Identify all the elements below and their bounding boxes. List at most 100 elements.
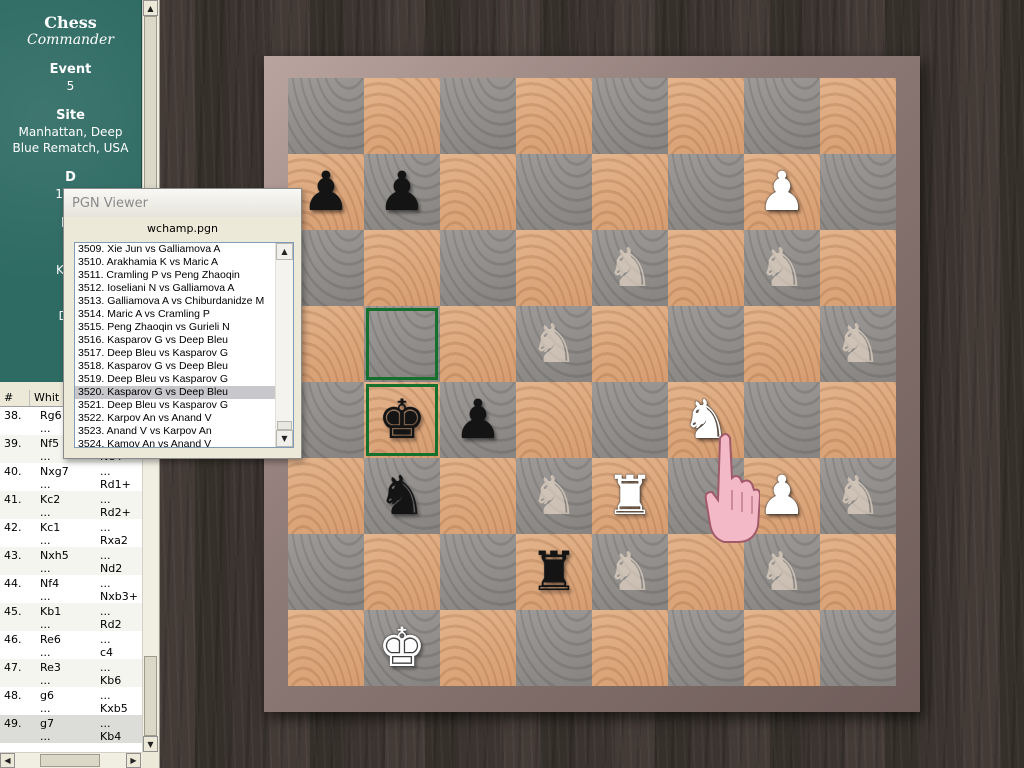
black-rook-icon[interactable]: ♜: [516, 534, 592, 610]
scroll-up-icon[interactable]: ▲: [276, 243, 293, 260]
move-row[interactable]: 44. Nf4...... Nxb3+: [0, 575, 142, 603]
square-b4[interactable]: ♚: [364, 382, 440, 458]
white-move[interactable]: Nxg7: [40, 465, 69, 478]
white-king-icon[interactable]: ♚: [364, 610, 440, 686]
square-e6[interactable]: ♞: [592, 230, 668, 306]
square-b3[interactable]: ♞: [364, 458, 440, 534]
square-d8[interactable]: [516, 78, 592, 154]
square-d4[interactable]: [516, 382, 592, 458]
square-e5[interactable]: [592, 306, 668, 382]
black-pawn-icon[interactable]: ♟: [440, 382, 516, 458]
square-c3[interactable]: [440, 458, 516, 534]
game-list-item[interactable]: 3515. Peng Zhaoqin vs Gurieli N: [75, 321, 293, 334]
square-f1[interactable]: [668, 610, 744, 686]
black-move[interactable]: Kb4: [100, 730, 121, 743]
move-row[interactable]: 45. Kb1...... Rd2: [0, 603, 142, 631]
black-move[interactable]: Rxa2: [100, 534, 128, 547]
square-d5[interactable]: ♞: [516, 306, 592, 382]
game-list-item[interactable]: 3510. Arakhamia K vs Maric A: [75, 256, 293, 269]
game-list-item[interactable]: 3513. Galliamova A vs Chiburdanidze M: [75, 295, 293, 308]
square-h7[interactable]: [820, 154, 896, 230]
white-move[interactable]: Re3: [40, 661, 61, 674]
game-list-item[interactable]: 3514. Maric A vs Cramling P: [75, 308, 293, 321]
black-move[interactable]: Rd2: [100, 618, 122, 631]
square-d6[interactable]: [516, 230, 592, 306]
pgn-viewer-dialog[interactable]: PGN Viewer wchamp.pgn 3509. Xie Jun vs G…: [63, 188, 302, 459]
square-c5[interactable]: [440, 306, 516, 382]
square-f5[interactable]: [668, 306, 744, 382]
move-row[interactable]: 42. Kc1...... Rxa2: [0, 519, 142, 547]
square-h1[interactable]: [820, 610, 896, 686]
white-move[interactable]: Nf4: [40, 577, 59, 590]
game-list-scrollbar[interactable]: ▲ ▼: [275, 243, 293, 447]
square-b1[interactable]: ♚: [364, 610, 440, 686]
white-move[interactable]: Kb1: [40, 605, 61, 618]
square-b7[interactable]: ♟: [364, 154, 440, 230]
square-g5[interactable]: [744, 306, 820, 382]
white-move[interactable]: Kc1: [40, 521, 60, 534]
game-list-item[interactable]: 3524. Kamov An vs Anand V: [75, 438, 293, 447]
scroll-up-icon[interactable]: ▲: [143, 0, 158, 16]
black-move[interactable]: Kb6: [100, 674, 121, 687]
square-h2[interactable]: [820, 534, 896, 610]
move-row[interactable]: 46. Re6...... c4: [0, 631, 142, 659]
square-b6[interactable]: [364, 230, 440, 306]
black-pawn-icon[interactable]: ♟: [364, 154, 440, 230]
square-f6[interactable]: [668, 230, 744, 306]
white-pawn-icon[interactable]: ♟: [744, 154, 820, 230]
square-a2[interactable]: [288, 534, 364, 610]
horizontal-scrollbar[interactable]: ◀ ▶: [0, 752, 142, 768]
square-a1[interactable]: [288, 610, 364, 686]
scroll-right-icon[interactable]: ▶: [126, 753, 141, 768]
square-b8[interactable]: [364, 78, 440, 154]
square-b2[interactable]: [364, 534, 440, 610]
col-number[interactable]: #: [0, 390, 30, 406]
square-c4[interactable]: ♟: [440, 382, 516, 458]
square-h8[interactable]: [820, 78, 896, 154]
white-move[interactable]: Rg6: [40, 409, 62, 422]
square-g7[interactable]: ♟: [744, 154, 820, 230]
square-c7[interactable]: [440, 154, 516, 230]
square-c2[interactable]: [440, 534, 516, 610]
scroll-down-icon[interactable]: ▼: [143, 736, 158, 752]
move-row[interactable]: 49. g7...... Kb4: [0, 715, 142, 743]
chess-board[interactable]: ♟ ♟ ♟ ♞ ♞ ♞ ♞ ♚ ♟ ♞ ♞ ♞ ♜ ♟ ♞ ♜ ♞ ♞ ♚: [288, 78, 896, 686]
black-move[interactable]: Rd1+: [100, 478, 131, 491]
square-c8[interactable]: [440, 78, 516, 154]
pgn-viewer-title[interactable]: PGN Viewer: [64, 189, 301, 217]
white-move[interactable]: Nxh5: [40, 549, 69, 562]
game-list-item[interactable]: 3509. Xie Jun vs Galliamova A: [75, 243, 293, 256]
game-list-item[interactable]: 3520. Kasparov G vs Deep Bleu: [75, 386, 293, 399]
move-row[interactable]: 48. g6...... Kxb5: [0, 687, 142, 715]
square-d1[interactable]: [516, 610, 592, 686]
white-move[interactable]: g6: [40, 689, 54, 702]
square-e7[interactable]: [592, 154, 668, 230]
game-list-item[interactable]: 3522. Karpov An vs Anand V: [75, 412, 293, 425]
square-c6[interactable]: [440, 230, 516, 306]
game-list-item[interactable]: 3516. Kasparov G vs Deep Bleu: [75, 334, 293, 347]
black-move[interactable]: Rd2+: [100, 506, 131, 519]
move-row[interactable]: 41. Kc2...... Rd2+: [0, 491, 142, 519]
scroll-down-icon[interactable]: ▼: [276, 430, 293, 447]
game-list-item[interactable]: 3521. Deep Bleu vs Kasparov G: [75, 399, 293, 412]
square-a8[interactable]: [288, 78, 364, 154]
black-king-icon[interactable]: ♚: [364, 382, 440, 458]
square-h5[interactable]: ♞: [820, 306, 896, 382]
game-list-item[interactable]: 3518. Kasparov G vs Deep Bleu: [75, 360, 293, 373]
scroll-left-icon[interactable]: ◀: [0, 753, 15, 768]
white-move[interactable]: Kc2: [40, 493, 60, 506]
game-list-item[interactable]: 3519. Deep Bleu vs Kasparov G: [75, 373, 293, 386]
square-g1[interactable]: [744, 610, 820, 686]
white-move[interactable]: Re6: [40, 633, 61, 646]
square-d2[interactable]: ♜: [516, 534, 592, 610]
move-row[interactable]: 47. Re3...... Kb6: [0, 659, 142, 687]
square-f7[interactable]: [668, 154, 744, 230]
game-list-item[interactable]: 3511. Cramling P vs Peng Zhaoqin: [75, 269, 293, 282]
square-h4[interactable]: [820, 382, 896, 458]
square-h3[interactable]: ♞: [820, 458, 896, 534]
square-e1[interactable]: [592, 610, 668, 686]
black-move[interactable]: Kxb5: [100, 702, 128, 715]
square-b5[interactable]: [364, 306, 440, 382]
black-knight-icon[interactable]: ♞: [364, 458, 440, 534]
game-list-item[interactable]: 3523. Anand V vs Karpov An: [75, 425, 293, 438]
